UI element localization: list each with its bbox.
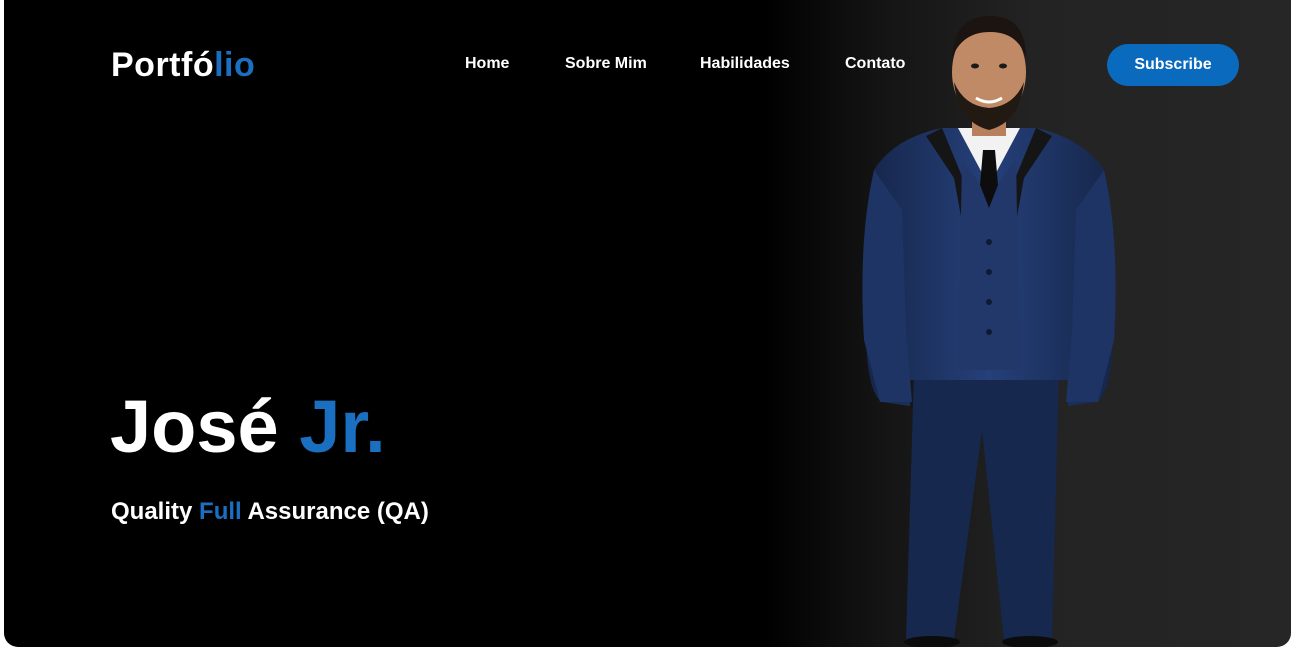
logo-accent-text: lio — [214, 46, 256, 84]
logo[interactable]: Portfólio — [111, 46, 255, 85]
subscribe-button[interactable]: Subscribe — [1107, 44, 1239, 86]
hero-section: Portfólio Home Sobre Mim Habilidades Con… — [4, 0, 1291, 647]
hero-role: Quality Full Assurance (QA) — [111, 498, 429, 526]
profile-photo — [862, 16, 1116, 647]
hero-name-accent: Jr. — [299, 385, 386, 468]
hero-name-first: José — [110, 385, 279, 468]
hero-role-accent: Full — [199, 498, 242, 525]
logo-text: Portfó — [111, 46, 215, 84]
nav-home[interactable]: Home — [465, 55, 509, 73]
nav-habilidades[interactable]: Habilidades — [700, 55, 790, 73]
hero-role-part1: Quality — [111, 498, 200, 525]
hero-name: José Jr. — [110, 390, 386, 464]
hero-role-part2: Assurance (QA) — [241, 498, 429, 525]
nav-sobre-mim[interactable]: Sobre Mim — [565, 55, 647, 73]
